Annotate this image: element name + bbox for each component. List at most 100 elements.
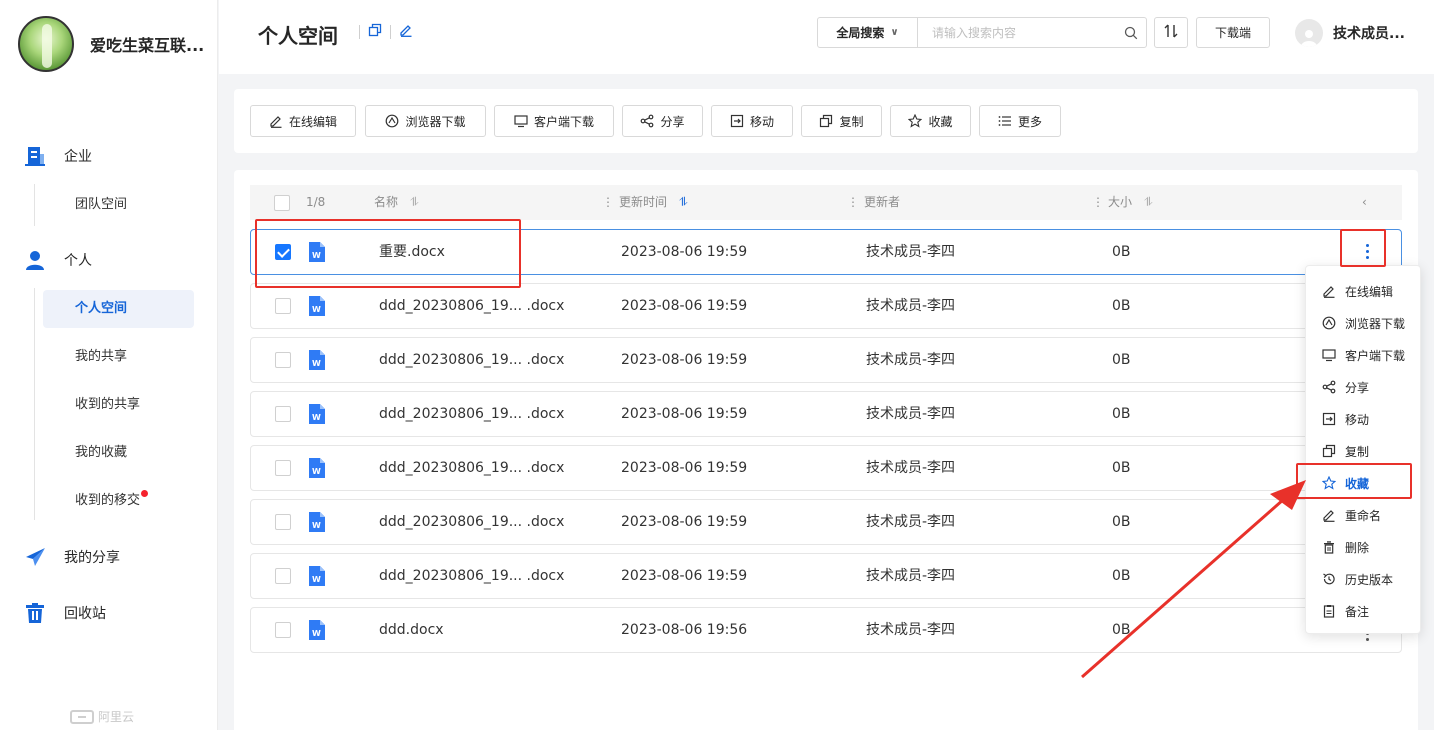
nav-my-share[interactable]: 我的分享 [24,546,120,568]
column-resize-handle[interactable]: ⋮ [847,185,859,220]
file-name[interactable]: ddd_20230806_19... .docx [379,500,564,544]
browser-download-button[interactable]: 浏览器下载 [365,105,486,137]
file-updater: 技术成员-李四 [866,460,956,476]
download-client-button[interactable]: 下载端 [1196,17,1270,48]
more-button[interactable]: 更多 [979,105,1061,137]
sort-button[interactable] [1154,17,1188,48]
svg-text:W: W [312,359,321,368]
sort-icon [1163,23,1179,43]
file-updated-time: 2023-08-06 19:56 [621,622,748,638]
column-resize-handle[interactable]: ⋮ [1092,185,1104,220]
word-doc-icon: W [309,458,325,482]
nav-personal[interactable]: 个人 [24,249,92,271]
nav-item-received-shares[interactable]: 收到的共享 [43,386,194,424]
search-icon[interactable] [1116,26,1146,40]
menu-item-edit[interactable]: 在线编辑 [1306,275,1420,307]
file-updater: 技术成员-李四 [866,514,956,530]
word-doc-icon: W [309,242,325,266]
nav-item-received-transfers[interactable]: 收到的移交 [43,482,194,520]
menu-item-copy[interactable]: 复制 [1306,435,1420,467]
online-edit-button[interactable]: 在线编辑 [250,105,356,137]
row-checkbox[interactable] [275,514,291,530]
file-name[interactable]: ddd_20230806_19... .docx [379,284,564,328]
row-more-icon[interactable] [1366,244,1369,259]
row-checkbox[interactable] [275,298,291,314]
client-download-button[interactable]: 客户端下载 [494,105,614,137]
table-row[interactable]: Wddd_20230806_19... .docx 2023-08-06 19:5… [250,499,1402,545]
nav-item-personal-space[interactable]: 个人空间 [43,290,194,328]
share-button[interactable]: 分享 [622,105,703,137]
table-row[interactable]: Wddd_20230806_19... .docx 2023-08-06 19:5… [250,553,1402,599]
row-checkbox[interactable] [275,622,291,638]
trash-icon [1324,541,1334,554]
row-context-menu: 在线编辑 浏览器下载 客户端下载 分享 移动 复制 收藏 重命名 删除 历史版本 备注 [1305,265,1421,634]
file-name[interactable]: ddd.docx [379,608,444,652]
column-header-updater[interactable]: 更新者 [864,185,900,220]
search-box: 全局搜索 ∨ [817,17,1147,48]
file-name[interactable]: 重要.docx [379,230,445,274]
table-row[interactable]: Wddd_20230806_19... .docx 2023-08-06 19:5… [250,283,1402,329]
nav-item-team-space[interactable]: 团队空间 [43,186,194,224]
nav-tree-line [34,288,35,520]
table-row[interactable]: Wddd_20230806_19... .docx 2023-08-06 19:5… [250,337,1402,383]
edit-icon[interactable] [399,23,413,41]
nav-recycle-bin[interactable]: 回收站 [24,602,106,624]
collapse-columns-button[interactable]: ‹ [1362,185,1367,220]
row-checkbox[interactable] [275,244,291,260]
select-all-checkbox[interactable] [274,185,290,220]
menu-item-note[interactable]: 备注 [1306,595,1420,627]
browser-download-icon [1322,316,1336,330]
word-doc-icon: W [309,566,325,590]
search-scope-select[interactable]: 全局搜索 ∨ [818,18,918,47]
file-size: 0B [1112,352,1131,368]
menu-item-browser-download[interactable]: 浏览器下载 [1306,307,1420,339]
file-size: 0B [1112,298,1131,314]
sidebar: 爱吃生菜互联... 企业 团队空间 个人 个人空间 我的共享 收到的共享 我的收… [0,0,218,730]
row-checkbox[interactable] [275,352,291,368]
menu-item-monitor[interactable]: 客户端下载 [1306,339,1420,371]
nav-item-my-favorites[interactable]: 我的收藏 [43,434,194,472]
nav-item-my-shares[interactable]: 我的共享 [43,338,194,376]
svg-text:W: W [312,467,321,476]
svg-text:W: W [312,521,321,530]
table-row[interactable]: Wddd_20230806_19... .docx 2023-08-06 19:5… [250,391,1402,437]
divider [359,25,360,39]
column-header-size[interactable]: 大小 ⥮ [1108,185,1153,220]
nav-enterprise[interactable]: 企业 [24,145,92,167]
menu-item-trash[interactable]: 删除 [1306,531,1420,563]
column-resize-handle[interactable]: ⋮ [602,185,614,220]
menu-item-star[interactable]: 收藏 [1306,467,1420,499]
favorite-button[interactable]: 收藏 [890,105,971,137]
menu-item-move[interactable]: 移动 [1306,403,1420,435]
row-checkbox[interactable] [275,460,291,476]
file-name[interactable]: ddd_20230806_19... .docx [379,554,564,598]
share-icon [1322,380,1336,394]
table-row[interactable]: Wddd_20230806_19... .docx 2023-08-06 19:5… [250,445,1402,491]
nav-enterprise-label: 企业 [64,149,92,165]
row-checkbox[interactable] [275,406,291,422]
menu-item-rename[interactable]: 重命名 [1306,499,1420,531]
file-name[interactable]: ddd_20230806_19... .docx [379,392,564,436]
file-updater: 技术成员-李四 [866,568,956,584]
row-checkbox[interactable] [275,568,291,584]
table-row[interactable]: W 重要.docx 2023-08-06 19:59 技术成员-李四 0B [250,229,1402,275]
file-updated-time: 2023-08-06 19:59 [621,514,748,530]
file-name[interactable]: ddd_20230806_19... .docx [379,338,564,382]
table-row[interactable]: Wddd.docx 2023-08-06 19:56 技术成员-李四 0B [250,607,1402,653]
user-menu[interactable]: 技术成员... [1295,19,1405,47]
column-header-time[interactable]: 更新时间 ⥮ [619,185,688,220]
aliyun-logo-icon [70,709,94,724]
org-header[interactable]: 爱吃生菜互联... [18,16,204,72]
file-updater: 技术成员-李四 [866,622,956,638]
move-button[interactable]: 移动 [711,105,793,137]
menu-item-share[interactable]: 分享 [1306,371,1420,403]
menu-item-history[interactable]: 历史版本 [1306,563,1420,595]
column-header-name[interactable]: 名称 ⥮ [374,185,419,220]
word-doc-icon: W [309,296,325,320]
copy-button[interactable]: 复制 [801,105,882,137]
copy-icon [820,114,833,128]
copy-icon[interactable] [368,23,382,41]
search-input[interactable] [918,25,1116,40]
sort-icon: ⥮ [1144,195,1153,209]
file-name[interactable]: ddd_20230806_19... .docx [379,446,564,490]
